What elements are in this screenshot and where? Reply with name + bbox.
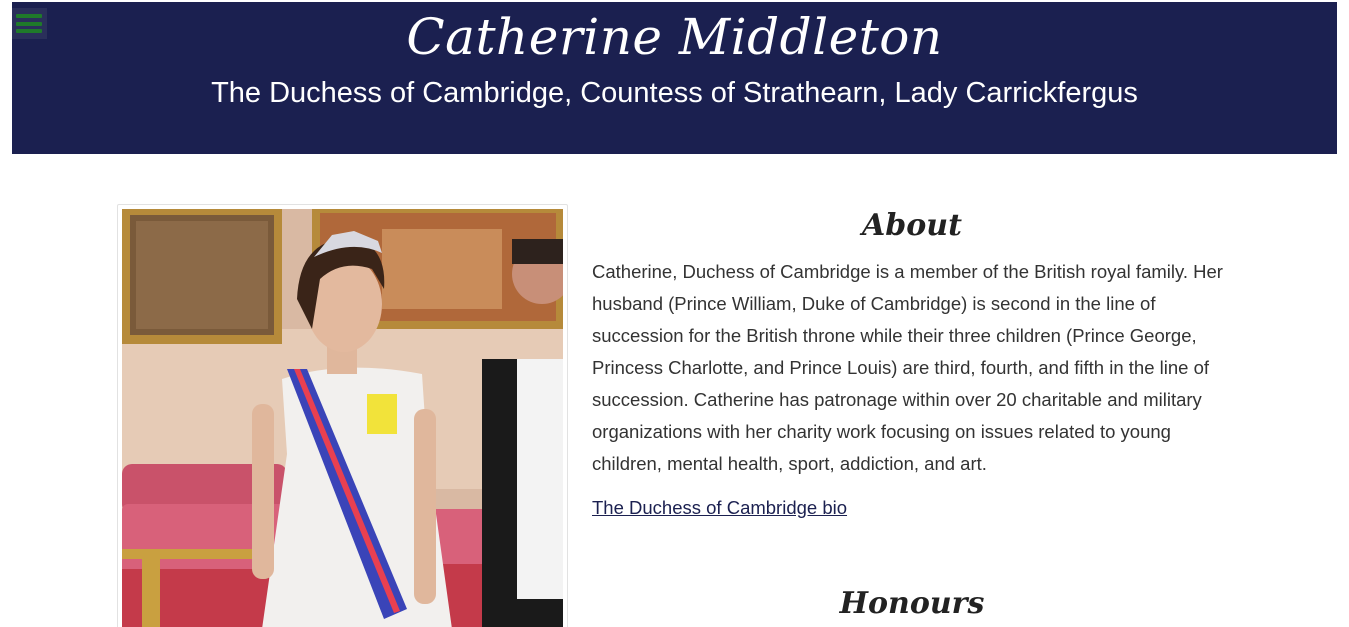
portrait-photo	[122, 209, 563, 627]
site-title: Catherine Middleton	[406, 8, 943, 66]
honours-heading: Honours	[839, 586, 985, 621]
site-subtitle: The Duchess of Cambridge, Countess of St…	[211, 77, 1138, 109]
about-heading: About	[862, 208, 962, 243]
hamburger-menu-button[interactable]	[12, 8, 47, 39]
duchess-bio-link[interactable]: The Duchess of Cambridge bio	[592, 494, 847, 522]
about-paragraph: Catherine, Duchess of Cambridge is a mem…	[592, 261, 1223, 474]
about-section: About Catherine, Duchess of Cambridge is…	[592, 200, 1232, 522]
page: Catherine Middleton The Duchess of Cambr…	[0, 0, 1349, 627]
portrait-photo-frame	[117, 204, 568, 627]
site-header: Catherine Middleton The Duchess of Cambr…	[12, 2, 1337, 154]
